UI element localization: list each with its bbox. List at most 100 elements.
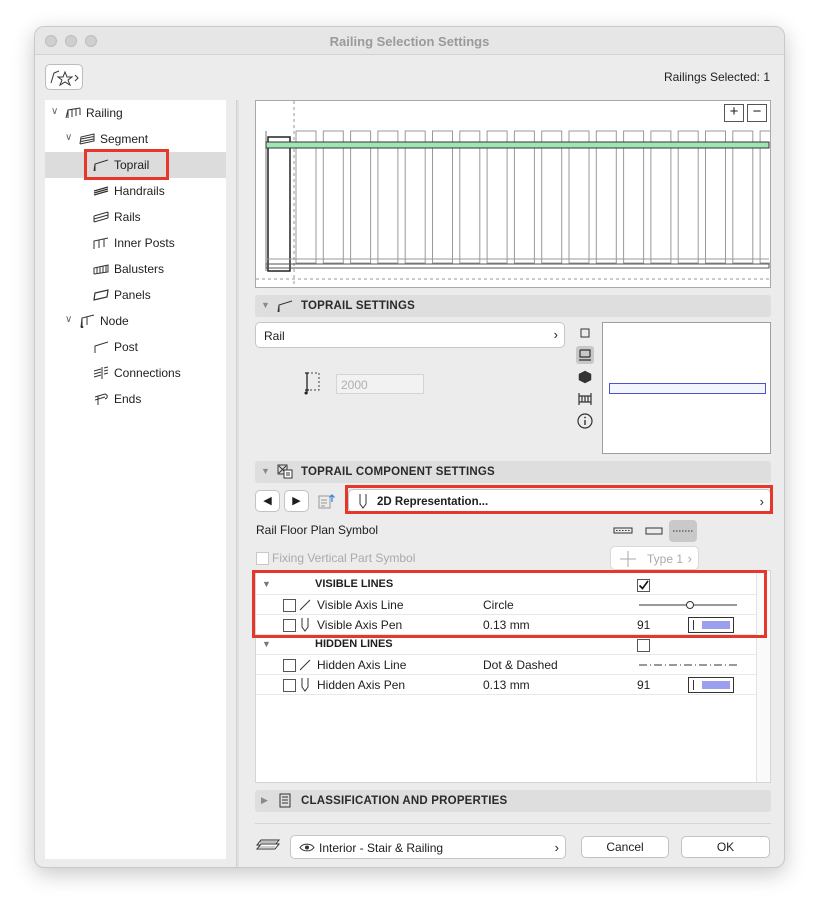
classification-header[interactable]: ▶ CLASSIFICATION AND PROPERTIES <box>255 790 771 812</box>
baluster-shape <box>377 130 399 264</box>
chevron-down-icon[interactable]: ∨ <box>65 314 72 325</box>
tree-item-label: Node <box>100 314 129 328</box>
baluster-shape <box>541 130 563 264</box>
baluster-shape <box>459 130 481 264</box>
profile-value: Rail <box>264 329 285 343</box>
tree-item-balusters[interactable]: Balusters <box>45 256 226 282</box>
classification-icon <box>279 793 291 808</box>
baluster-shape <box>513 130 535 264</box>
pen-number[interactable]: 91 <box>637 678 650 692</box>
pen-color-swatch[interactable] <box>688 677 734 693</box>
tree-item-label: Ends <box>114 392 142 406</box>
baluster-shape <box>677 130 699 264</box>
section-title: CLASSIFICATION AND PROPERTIES <box>301 795 508 807</box>
tree-item-railing[interactable]: ∨ Railing <box>45 100 226 126</box>
baluster-shape <box>486 130 508 264</box>
tree-item-handrails[interactable]: Handrails <box>45 178 226 204</box>
chevron-right-icon: › <box>687 551 692 566</box>
type-popup[interactable]: Type 1 › <box>610 546 699 570</box>
baluster-shape <box>568 130 590 264</box>
crosshair-icon <box>620 551 636 567</box>
hidden-lines-checkbox[interactable] <box>637 639 650 652</box>
baluster-shape <box>759 130 781 264</box>
favorites-star-icon <box>50 70 79 87</box>
collapse-triangle-icon[interactable]: ▼ <box>261 300 270 310</box>
elevation-view-icon[interactable] <box>576 390 594 408</box>
info-icon[interactable] <box>576 412 594 430</box>
balusters-icon <box>93 264 109 275</box>
tree-item-label: Railing <box>86 106 123 120</box>
chevron-right-icon: › <box>553 327 558 342</box>
layer-icon <box>255 839 281 850</box>
expand-triangle-icon[interactable]: ▶ <box>261 795 268 806</box>
tree-item-label: Post <box>114 340 139 354</box>
profile-shape <box>609 383 766 394</box>
baluster-shape <box>705 130 726 264</box>
toprail-settings-header[interactable]: ▼ TOPRAIL SETTINGS <box>255 295 771 317</box>
dialog-window: Railing Selection Settings Railings Sele… <box>34 26 785 868</box>
chevron-down-icon[interactable]: ∨ <box>65 132 72 143</box>
chevron-down-icon[interactable]: ∨ <box>51 106 58 117</box>
baluster-shape <box>732 130 754 264</box>
section-view-icon[interactable] <box>576 346 594 364</box>
tree-item-connections[interactable]: Connections <box>45 360 226 386</box>
row-checkbox[interactable] <box>283 659 296 672</box>
baluster-shape <box>432 130 453 264</box>
symbol-axis-button[interactable] <box>669 520 697 542</box>
fixing-symbol-checkbox[interactable] <box>256 552 269 565</box>
symbol-outline-button[interactable] <box>640 520 668 542</box>
row-checkbox[interactable] <box>283 679 296 692</box>
page-settings-icon[interactable] <box>317 492 337 510</box>
cancel-button[interactable]: Cancel <box>581 836 669 858</box>
segment-icon <box>79 133 95 145</box>
table-row[interactable]: Hidden Axis Line Dot & Dashed <box>256 655 756 675</box>
handrails-icon <box>93 186 109 196</box>
baluster-shape <box>350 130 372 264</box>
line-icon <box>299 659 311 671</box>
tree-item-label: Rails <box>114 210 141 224</box>
post-icon <box>94 341 109 353</box>
highlight-toprail <box>84 149 169 180</box>
layer-popup[interactable]: Interior - Stair & Railing › <box>290 835 566 859</box>
tree-item-label: Balusters <box>114 262 165 276</box>
tree-item-panels[interactable]: Panels <box>45 282 226 308</box>
eye-icon <box>299 843 315 852</box>
tree-item-post[interactable]: Post <box>45 334 226 360</box>
row-value[interactable]: Dot & Dashed <box>483 658 558 672</box>
row-value[interactable]: 0.13 mm <box>483 678 530 692</box>
height-input[interactable]: 2000 <box>336 374 424 394</box>
fixing-symbol-label: Fixing Vertical Part Symbol <box>272 551 416 565</box>
collapse-triangle-icon[interactable]: ▼ <box>262 639 271 649</box>
tree-item-label: Panels <box>114 288 151 302</box>
group-header-hidden-lines[interactable]: ▼ HIDDEN LINES <box>256 635 756 655</box>
railing-preview[interactable]: + − <box>255 100 781 288</box>
floor-plan-view-icon[interactable] <box>576 324 594 342</box>
collapse-triangle-icon[interactable]: ▼ <box>261 466 270 476</box>
table-row[interactable]: Hidden Axis Pen 0.13 mm 91 <box>256 675 756 695</box>
zoom-in-button[interactable]: + <box>724 104 744 122</box>
railing-icon <box>65 107 81 119</box>
3d-view-icon[interactable] <box>576 368 594 386</box>
tree-item-node[interactable]: ∨ Node <box>45 308 226 334</box>
symbol-dotted-button[interactable] <box>609 520 637 542</box>
section-title: TOPRAIL COMPONENT SETTINGS <box>301 466 495 478</box>
ok-button[interactable]: OK <box>681 836 770 858</box>
component-settings-icon <box>277 464 293 479</box>
previous-page-button[interactable]: ◀ <box>255 490 280 512</box>
row-name: Hidden Axis Pen <box>317 678 406 692</box>
selection-count: Railings Selected: 1 <box>663 70 770 84</box>
tree-item-ends[interactable]: Ends <box>45 386 226 412</box>
tree-item-rails[interactable]: Rails <box>45 204 226 230</box>
layer-value: Interior - Stair & Railing <box>319 841 444 855</box>
tree-item-inner-posts[interactable]: Inner Posts <box>45 230 226 256</box>
footer-divider <box>255 823 771 824</box>
panel-divider[interactable] <box>236 100 239 867</box>
component-settings-header[interactable]: ▼ TOPRAIL COMPONENT SETTINGS <box>255 461 771 483</box>
window-title: Railing Selection Settings <box>329 34 490 49</box>
node-icon <box>80 314 95 328</box>
favorites-button[interactable] <box>45 64 83 90</box>
zoom-out-button[interactable]: − <box>747 104 767 122</box>
next-page-button[interactable]: ▶ <box>284 490 309 512</box>
baluster-shape <box>650 130 672 264</box>
profile-popup[interactable]: Rail › <box>255 322 565 348</box>
